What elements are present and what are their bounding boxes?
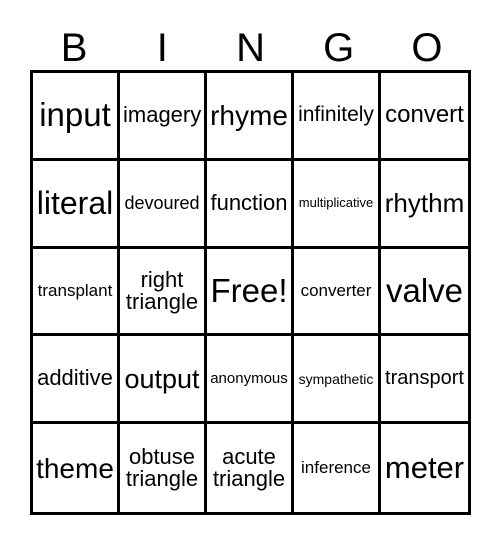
bingo-cell-label: imagery	[123, 101, 202, 127]
bingo-cell-label-line: triangle	[125, 466, 199, 492]
bingo-cell[interactable]: obtuse triangle	[120, 424, 207, 512]
bingo-cell[interactable]: output	[120, 336, 207, 425]
bingo-cell-label: obtuse triangle	[123, 443, 201, 492]
bingo-header: B I N G O	[30, 22, 471, 70]
bingo-cell-label: Free!	[210, 271, 288, 309]
bingo-cell[interactable]: Free!	[207, 248, 294, 337]
bingo-cell[interactable]: devoured	[120, 160, 207, 249]
bingo-cell-label: rhythm	[384, 187, 465, 218]
bingo-card: B I N G O input imagery rhyme infinitely con…	[0, 0, 501, 544]
bingo-cell-label: inference	[301, 458, 371, 478]
bingo-cell[interactable]: acute triangle	[207, 424, 294, 512]
bingo-header-letter-g: G	[323, 26, 355, 70]
bingo-cell[interactable]: function	[207, 160, 294, 249]
bingo-cell-label: literal	[36, 184, 114, 221]
bingo-cell-label: sympathetic	[298, 370, 374, 387]
bingo-header-letter-o: O	[411, 26, 443, 70]
bingo-cell[interactable]: rhyme	[207, 73, 294, 161]
bingo-cell-label: function	[210, 189, 288, 215]
bingo-cell[interactable]: right triangle	[120, 248, 207, 337]
bingo-cell-label: converter	[300, 281, 372, 301]
bingo-cell[interactable]: imagery	[120, 73, 207, 161]
bingo-header-letter-n: N	[236, 26, 265, 70]
bingo-cell[interactable]: converter	[294, 248, 381, 337]
bingo-grid: input imagery rhyme infinitely convert litera…	[30, 70, 471, 515]
bingo-cell-label-line: triangle	[212, 466, 286, 492]
bingo-cell[interactable]: rhythm	[381, 160, 468, 249]
bingo-cell[interactable]: literal	[33, 160, 120, 249]
bingo-cell-label: anonymous	[210, 369, 288, 387]
bingo-cell-label: additive	[37, 365, 113, 391]
bingo-cell[interactable]: valve	[381, 248, 468, 337]
bingo-cell[interactable]: inference	[294, 424, 381, 512]
bingo-cell-label-line: acute	[222, 443, 276, 469]
bingo-cell-label: transplant	[37, 281, 113, 301]
bingo-header-letter-b: B	[60, 26, 88, 70]
bingo-cell[interactable]: anonymous	[207, 336, 294, 425]
bingo-cell-label: infinitely	[298, 103, 374, 127]
bingo-cell[interactable]: additive	[33, 336, 120, 425]
bingo-cell-label: theme	[36, 452, 114, 484]
bingo-cell-label-line: obtuse	[128, 443, 196, 469]
bingo-cell-label: meter	[384, 449, 465, 485]
bingo-cell[interactable]: meter	[381, 424, 468, 512]
bingo-cell[interactable]: theme	[33, 424, 120, 512]
bingo-cell-label: rhyme	[210, 99, 288, 131]
bingo-cell-label-line: triangle	[125, 288, 199, 314]
bingo-cell-label: output	[124, 363, 200, 394]
bingo-cell[interactable]: multiplicative	[294, 160, 381, 249]
bingo-header-letter-i: I	[156, 26, 168, 70]
bingo-cell[interactable]: transplant	[33, 248, 120, 337]
bingo-cell-label: convert	[385, 100, 464, 128]
bingo-cell-label: input	[39, 96, 111, 134]
bingo-cell[interactable]: infinitely	[294, 73, 381, 161]
bingo-cell-label-line: right	[140, 266, 184, 292]
bingo-cell-label: right triangle	[123, 266, 201, 314]
bingo-cell-label: transport	[385, 367, 464, 390]
bingo-cell-label: devoured	[124, 192, 200, 213]
bingo-cell[interactable]: sympathetic	[294, 336, 381, 425]
bingo-cell[interactable]: input	[33, 73, 120, 161]
bingo-cell-label: multiplicative	[298, 195, 374, 211]
bingo-cell[interactable]: transport	[381, 336, 468, 425]
bingo-cell-label: valve	[385, 271, 464, 309]
bingo-cell[interactable]: convert	[381, 73, 468, 161]
bingo-cell-label: acute triangle	[210, 443, 288, 492]
